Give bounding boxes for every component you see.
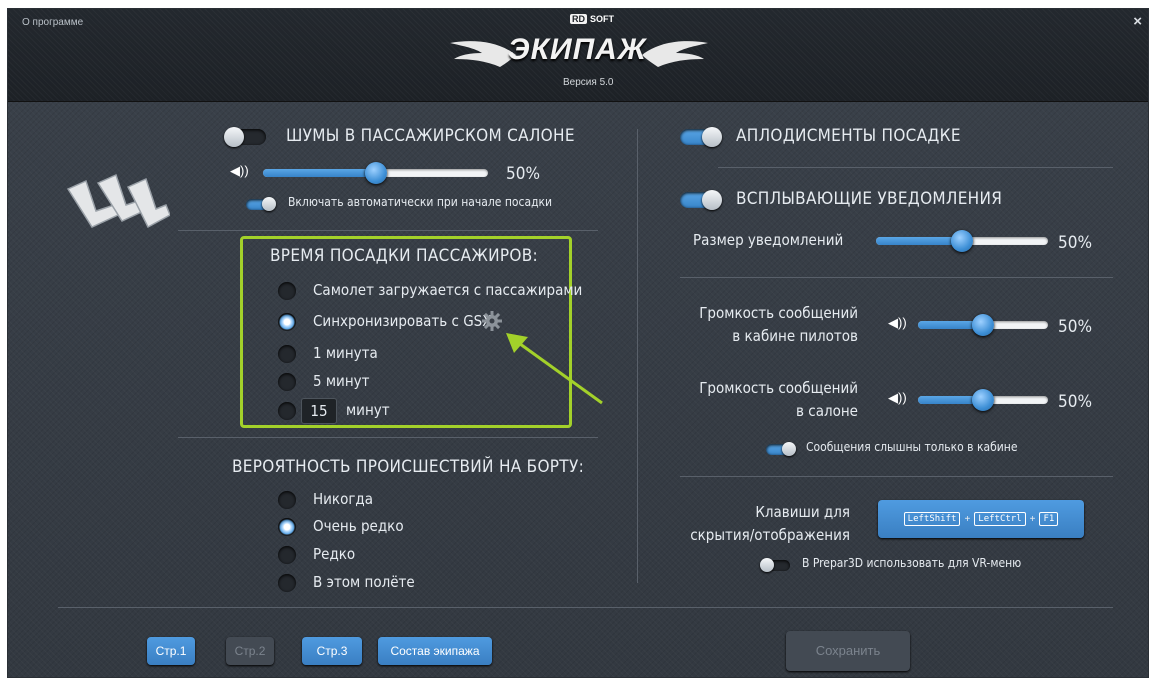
popup-size-slider[interactable] (876, 230, 1048, 252)
cockpit-volume-label-2: в кабине пилотов (732, 327, 858, 345)
app-title: ЭКИПАЖ (508, 33, 647, 66)
incident-option-label: Редко (313, 545, 356, 563)
boarding-option-label: минут (346, 401, 390, 419)
boarding-option-radio[interactable] (278, 402, 296, 420)
brand-soft: SOFT (590, 14, 614, 24)
incident-option-radio[interactable] (278, 546, 296, 564)
incident-option-radio[interactable] (278, 518, 296, 536)
boarding-option-radio[interactable] (278, 313, 296, 331)
divider (718, 167, 1113, 168)
boarding-option-label: 5 минут (313, 372, 370, 390)
cockpit-volume-slider[interactable] (918, 314, 1048, 336)
divider (178, 230, 598, 231)
incident-option-radio[interactable] (278, 574, 296, 592)
settings-window: О программе × RD SOFT ЭКИПАЖ Версия 5.0 Ш… (7, 8, 1149, 678)
page-1-button[interactable]: Стр.1 (147, 637, 195, 665)
arrow-icon (506, 333, 603, 405)
hotkeys-label: Клавиши для скрытия/отображения (668, 501, 850, 547)
divider (178, 437, 598, 438)
boarding-option-radio[interactable] (278, 345, 296, 363)
boarding-option-label: Синхронизировать с GSX (313, 312, 492, 330)
cabin-volume-label: Громкость сообщений в салоне (676, 377, 858, 423)
popups-toggle[interactable] (680, 190, 722, 210)
applause-toggle[interactable] (680, 127, 722, 147)
boarding-option-radio[interactable] (278, 282, 296, 300)
boarding-title: ВРЕМЯ ПОСАДКИ ПАССАЖИРОВ: (270, 246, 538, 266)
hotkey-separator: + (1029, 513, 1036, 525)
cockpit-volume-value: 50% (1058, 317, 1092, 337)
popup-size-value: 50% (1058, 233, 1092, 253)
hotkey-key: LeftCtrl (974, 512, 1026, 526)
page-3-button[interactable]: Стр.3 (302, 637, 362, 665)
incident-option-label: В этом полёте (313, 573, 415, 591)
gear-icon[interactable] (482, 311, 502, 331)
footer-divider (58, 607, 1113, 608)
divider (680, 476, 1113, 477)
about-link[interactable]: О программе (22, 17, 83, 28)
vr-menu-label: В Prepar3D использовать для VR-меню (802, 556, 1022, 570)
popups-label: ВСПЛЫВАЮЩИЕ УВЕДОМЛЕНИЯ (736, 189, 1003, 209)
cockpit-only-toggle[interactable] (766, 442, 796, 456)
cockpit-volume-label-1: Громкость сообщений (699, 304, 858, 322)
version-text: Версия 5.0 (563, 77, 614, 88)
hotkeys-button[interactable]: LeftShift + LeftCtrl + F1 (878, 500, 1084, 538)
custom-minutes-input[interactable]: 15 (301, 398, 337, 424)
hotkey-key: LeftShift (903, 512, 961, 526)
applause-label: АПЛОДИСМЕНТЫ ПОСАДКЕ (736, 126, 961, 146)
hotkeys-label-1: Клавиши для (755, 503, 850, 521)
incident-option-radio[interactable] (278, 491, 296, 509)
header-bar: О программе × RD SOFT ЭКИПАЖ Версия 5.0 (8, 9, 1148, 102)
speaker-icon: ◀)) (888, 315, 907, 330)
save-button[interactable]: Сохранить (786, 631, 910, 671)
boarding-option-label: Самолет загружается с пассажирами (313, 281, 583, 299)
brand-badge: RD SOFT (570, 14, 614, 24)
divider (680, 277, 1113, 278)
right-wing-icon (642, 41, 708, 67)
popup-size-label: Размер уведомлений (693, 231, 844, 249)
speaker-icon: ◀)) (888, 390, 907, 405)
cabin-volume-label-2: в салоне (796, 402, 858, 420)
hotkeys-label-2: скрытия/отображения (690, 526, 850, 544)
close-icon[interactable]: × (1133, 13, 1142, 30)
noise-toggle[interactable] (224, 127, 266, 147)
boarding-option-radio[interactable] (278, 373, 296, 391)
cabin-volume-value: 50% (1058, 392, 1092, 412)
hotkey-separator: + (964, 513, 971, 525)
noise-volume-slider[interactable] (263, 162, 488, 184)
cockpit-only-label: Сообщения слышны только в кабине (806, 440, 1018, 454)
noise-volume-value: 50% (506, 164, 540, 184)
vr-menu-toggle[interactable] (760, 558, 790, 572)
auto-noise-label: Включать автоматически при начале посадк… (288, 195, 553, 209)
boarding-option-label: 1 минута (313, 344, 378, 362)
cockpit-volume-label: Громкость сообщений в кабине пилотов (676, 302, 858, 348)
noise-label: ШУМЫ В ПАССАЖИРСКОМ САЛОНЕ (286, 126, 575, 146)
auto-noise-toggle[interactable] (246, 197, 276, 211)
cabin-volume-label-1: Громкость сообщений (699, 379, 858, 397)
incident-option-label: Никогда (313, 490, 374, 508)
brand-prefix: RD (570, 14, 587, 24)
column-divider (637, 129, 638, 583)
incidents-title: ВЕРОЯТНОСТЬ ПРОИСШЕСТВИЙ НА БОРТУ: (232, 457, 585, 477)
seats-icon (66, 173, 170, 229)
hotkey-key: F1 (1039, 512, 1059, 526)
crew-button[interactable]: Состав экипажа (378, 637, 492, 665)
page-2-button[interactable]: Стр.2 (226, 637, 274, 665)
cabin-volume-slider[interactable] (918, 389, 1048, 411)
speaker-icon: ◀)) (230, 163, 249, 178)
incident-option-label: Очень редко (313, 517, 404, 535)
